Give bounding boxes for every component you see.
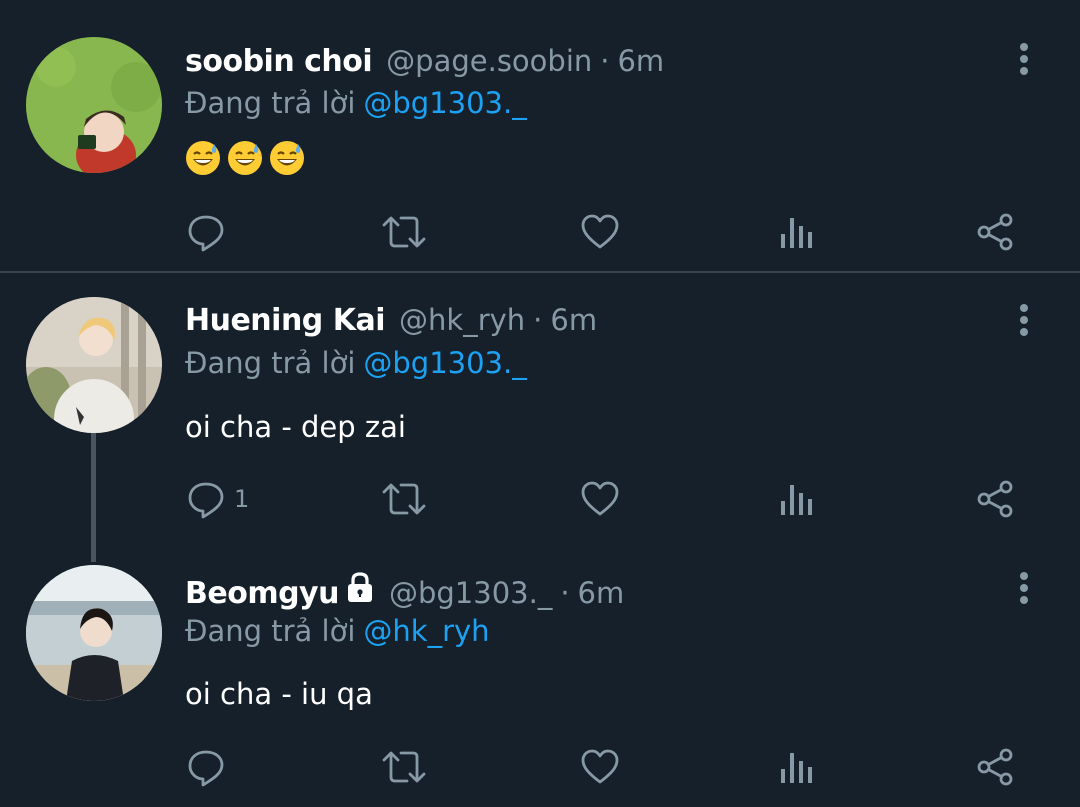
reply-icon (188, 482, 224, 519)
replying-to: Đang trả lời @bg1303._ (185, 86, 527, 120)
like-button[interactable] (580, 745, 620, 789)
share-icon (977, 748, 1013, 786)
tweet-actions (186, 745, 1026, 789)
share-icon (977, 480, 1013, 518)
analytics-button[interactable] (780, 477, 814, 521)
share-icon (977, 213, 1013, 251)
display-name[interactable]: soobin choi (185, 44, 373, 79)
like-icon (581, 481, 619, 516)
tweet-text: oi cha - dep zai (185, 410, 406, 444)
timestamp[interactable]: 6m (578, 576, 625, 610)
separator: · (600, 44, 610, 78)
tweet-actions (186, 210, 1026, 254)
share-button[interactable] (975, 477, 1015, 521)
replying-to-label: Đang trả lời (185, 614, 356, 648)
separator: · (533, 303, 543, 337)
replying-to-label: Đang trả lời (185, 86, 356, 120)
like-button[interactable] (580, 477, 620, 521)
username[interactable]: @page.soobin (386, 44, 592, 78)
retweet-icon (382, 216, 426, 248)
analytics-icon (781, 753, 812, 783)
timestamp[interactable]: 6m (617, 44, 664, 78)
replying-to-label: Đang trả lời (185, 346, 356, 380)
like-button[interactable] (580, 210, 620, 254)
avatar[interactable] (26, 297, 162, 433)
analytics-button[interactable] (780, 745, 814, 789)
tweet-actions: 1 (186, 477, 1026, 521)
analytics-icon (781, 218, 812, 248)
mention-link[interactable]: @bg1303._ (363, 86, 526, 120)
separator: · (560, 576, 570, 610)
reply-icon (188, 215, 224, 252)
share-button[interactable] (975, 745, 1015, 789)
username[interactable]: @hk_ryh (399, 303, 525, 337)
more-options-icon[interactable] (1014, 572, 1034, 608)
username[interactable]: @bg1303._ (389, 576, 552, 610)
tweet-header: Huening Kai @hk_ryh · 6m (185, 303, 597, 347)
retweet-icon (382, 751, 426, 783)
avatar[interactable] (26, 565, 162, 701)
like-icon (581, 749, 619, 784)
reply-icon (188, 750, 224, 787)
avatar[interactable] (26, 37, 162, 173)
display-name[interactable]: Huening Kai (185, 303, 386, 338)
display-name[interactable]: Beomgyu (185, 576, 339, 611)
lock-icon (345, 571, 375, 607)
mention-link[interactable]: @hk_ryh (363, 614, 489, 648)
tweet-beomgyu[interactable]: Beomgyu @bg1303._ · 6m Đang trả lời @hk_r… (0, 543, 1080, 807)
retweet-icon (382, 483, 426, 515)
more-options-icon[interactable] (1014, 304, 1034, 340)
tweet-header: Beomgyu @bg1303._ · 6m (185, 571, 624, 615)
grinning-sweat-emoji (269, 140, 305, 183)
analytics-icon (781, 485, 812, 515)
retweet-button[interactable] (381, 745, 427, 789)
grinning-sweat-emoji (227, 140, 263, 183)
mention-link[interactable]: @bg1303._ (363, 346, 526, 380)
tweet-soobin[interactable]: soobin choi @page.soobin · 6m Đang trả l… (0, 0, 1080, 272)
grinning-sweat-emoji (185, 140, 221, 183)
like-icon (581, 214, 619, 249)
replying-to: Đang trả lời @hk_ryh (185, 614, 490, 648)
reply-button[interactable] (186, 745, 226, 789)
retweet-button[interactable] (381, 477, 427, 521)
reply-button[interactable]: 1 (186, 477, 249, 521)
retweet-button[interactable] (381, 210, 427, 254)
more-options-icon[interactable] (1014, 43, 1034, 79)
tweet-text (185, 140, 311, 183)
reply-count: 1 (234, 485, 250, 513)
share-button[interactable] (975, 210, 1015, 254)
tweet-text: oi cha - iu qa (185, 677, 373, 711)
tweet-header: soobin choi @page.soobin · 6m (185, 44, 664, 88)
reply-button[interactable] (186, 210, 226, 254)
replying-to: Đang trả lời @bg1303._ (185, 346, 527, 380)
analytics-button[interactable] (780, 210, 814, 254)
timestamp[interactable]: 6m (550, 303, 597, 337)
tweet-huening-kai[interactable]: Huening Kai @hk_ryh · 6m Đang trả lời @bg… (0, 273, 1080, 543)
